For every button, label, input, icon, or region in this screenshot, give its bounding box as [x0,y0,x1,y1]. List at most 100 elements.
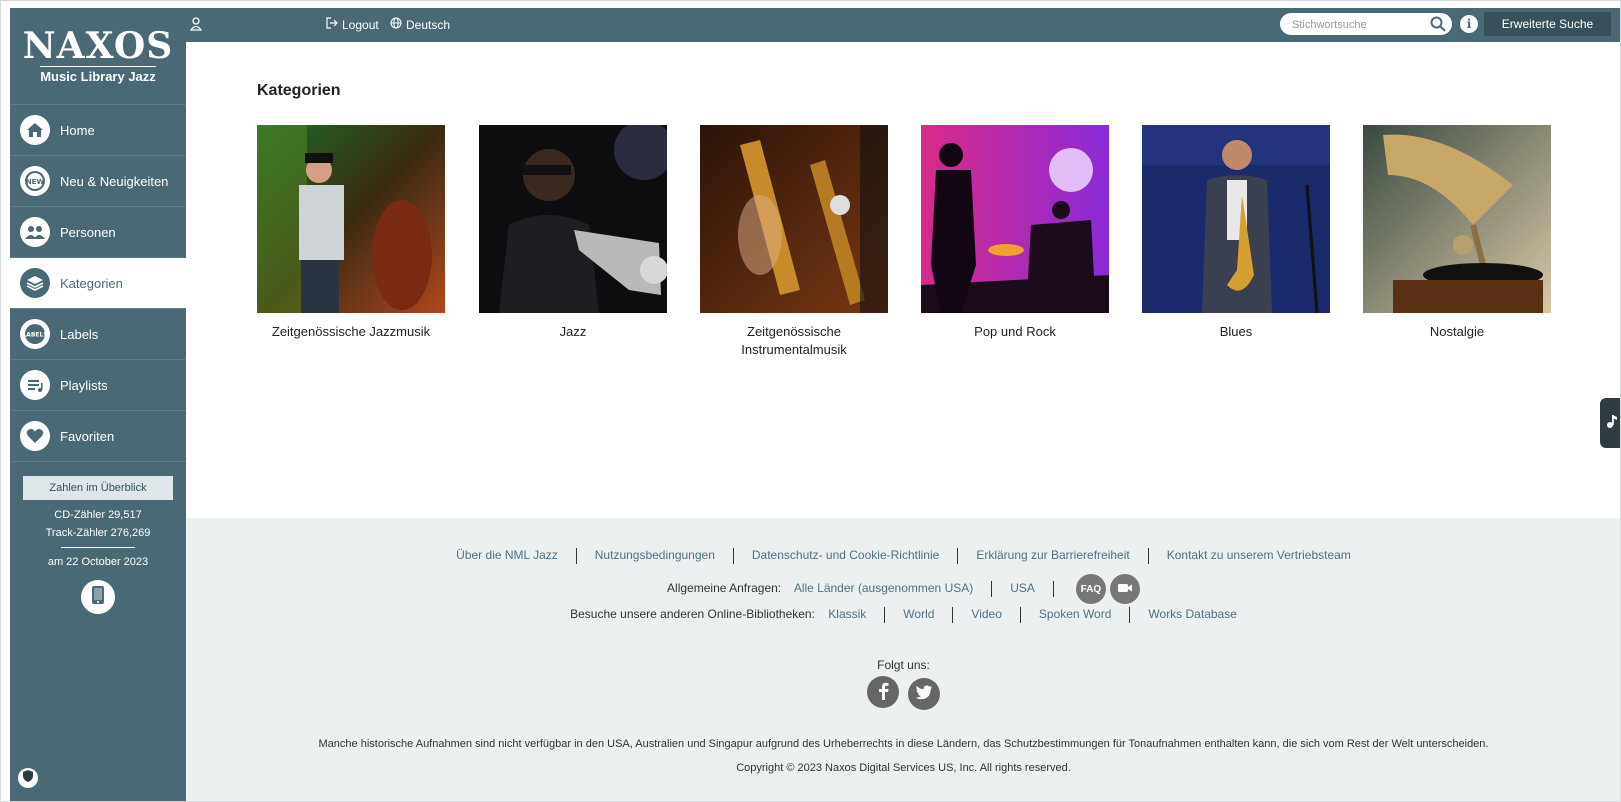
footer: Über die NML Jazz Nutzungsbedingungen Date… [186,518,1621,802]
sidebar-item-label: Home [60,122,95,138]
library-link-world[interactable]: World [903,607,934,621]
facebook-button[interactable] [866,676,899,708]
separator [575,548,577,564]
library-link-classical[interactable]: Klassik [828,607,866,621]
libraries-label: Besuche unsere anderen Online-Bibliothek… [570,607,815,622]
footer-link-sales-contact[interactable]: Kontakt zu unserem Vertriebsteam [1167,548,1351,562]
footer-inquiries: Allgemeine Anfragen: Alle Länder (ausgen… [186,574,1621,604]
inquiry-link-all-countries[interactable]: Alle Länder (ausgenommen USA) [794,581,973,595]
language-selector[interactable]: Deutsch [390,17,450,32]
follow-label: Folgt uns: [877,658,930,672]
sidebar-item-favorites[interactable]: Favoriten [10,411,186,462]
category-image-nostalgia [1363,125,1551,313]
video-camera-icon [1117,582,1133,597]
library-link-works-database[interactable]: Works Database [1148,607,1236,621]
sidebar-item-home[interactable]: Home [10,105,186,156]
separator [732,548,734,564]
library-link-spoken-word[interactable]: Spoken Word [1039,607,1112,621]
footer-link-terms[interactable]: Nutzungsbedingungen [595,548,715,562]
disclaimer-text: Manche historische Aufnahmen sind nicht … [318,738,1489,750]
sidebar-item-categories[interactable]: Kategorien [10,258,186,309]
sidebar-item-playlists[interactable]: Playlists [10,360,186,411]
logout-label: Logout [342,17,379,32]
playlist-icon [20,370,50,400]
inquiries-label: Allgemeine Anfragen: [667,581,782,596]
footer-link-accessibility[interactable]: Erklärung zur Barrierefreiheit [976,548,1129,562]
category-label: Pop und Rock [974,324,1056,339]
separator [1052,581,1054,597]
facebook-icon [877,682,889,703]
search-input[interactable] [1290,16,1424,34]
sidebar-item-labels[interactable]: LABELS Labels [10,309,186,360]
logout-link[interactable]: Logout [326,17,379,32]
sidebar-item-label: Playlists [60,377,108,393]
stats-overview-button[interactable]: Zahlen im Überblick [23,476,173,500]
category-card[interactable]: Zeitgenössische Jazzmusik [257,125,445,341]
footer-libraries: Besuche unsere anderen Online-Bibliothek… [186,607,1621,623]
twitter-button[interactable] [908,677,941,710]
svg-text:LABELS: LABELS [23,332,47,339]
heart-icon [20,421,50,451]
sidebar-item-label: Personen [60,224,116,240]
faq-button[interactable]: FAQ [1075,574,1106,604]
footer-link-about[interactable]: Über die NML Jazz [456,548,558,562]
category-label: Zeitgenössische Instrumentalmusik [741,324,847,357]
category-card[interactable]: Jazz [479,125,667,341]
footer-links: Über die NML Jazz Nutzungsbedingungen Date… [186,548,1621,564]
separator [1147,548,1149,564]
category-image-contemporary-jazz [257,125,445,313]
cd-count: CD-Zähler 29,517 [54,509,142,521]
library-link-video[interactable]: Video [971,607,1001,621]
home-icon [20,115,50,145]
advanced-search-button[interactable]: Erweiterte Suche [1484,12,1611,36]
top-bar: Logout Deutsch i Erweiterte Suche [186,8,1621,42]
category-image-pop-rock [921,125,1109,313]
people-icon [20,217,50,247]
player-tab[interactable] [1600,398,1621,448]
logo-sub-text: Music Library Jazz [40,66,156,84]
footer-link-privacy[interactable]: Datenschutz- und Cookie-Richtlinie [752,548,939,562]
sidebar-item-new[interactable]: NEW Neu & Neuigkeiten [10,156,186,207]
track-count: Track-Zähler 276,269 [45,527,151,539]
sidebar-item-people[interactable]: Personen [10,207,186,258]
stats-date: am 22 October 2023 [47,556,149,568]
separator [952,607,954,623]
layers-icon [20,268,50,298]
inquiry-link-usa[interactable]: USA [1010,581,1035,595]
privacy-shield-button[interactable] [18,768,38,788]
category-card[interactable]: Zeitgenössische Instrumentalmusik [700,125,888,359]
mobile-icon [91,585,105,610]
svg-text:NEW: NEW [26,178,45,186]
user-icon[interactable] [189,17,203,34]
music-note-icon [1606,413,1618,434]
globe-icon [390,17,402,32]
category-image-blues [1142,125,1330,313]
naxos-logo[interactable]: NAXOS Music Library Jazz [10,8,186,105]
twitter-icon [915,685,933,703]
category-label: Blues [1219,324,1253,339]
sidebar: NAXOS Music Library Jazz Home NEW Neu & … [10,8,186,802]
copyright-text: Copyright © 2023 Naxos Digital Services … [736,762,1071,774]
separator [1019,607,1021,623]
sidebar-item-label: Labels [60,326,99,342]
logout-icon [326,17,338,32]
category-card[interactable]: Pop und Rock [921,125,1109,341]
social-links [186,676,1621,710]
category-image-contemporary-instrumental [700,125,888,313]
search-icon[interactable] [1430,16,1446,35]
separator [957,548,959,564]
labels-icon: LABELS [20,319,50,349]
category-card[interactable]: Nostalgie [1363,125,1551,341]
mobile-app-button[interactable] [81,580,115,614]
language-label: Deutsch [406,17,451,32]
category-label: Jazz [559,324,587,339]
search-box [1280,13,1452,35]
category-image-jazz [479,125,667,313]
info-icon[interactable]: i [1460,15,1478,33]
category-card[interactable]: Blues [1142,125,1330,341]
category-label: Zeitgenössische Jazzmusik [271,324,431,339]
video-help-button[interactable] [1109,574,1140,604]
separator [884,607,886,623]
category-label: Nostalgie [1429,324,1485,339]
shield-icon [21,769,35,788]
